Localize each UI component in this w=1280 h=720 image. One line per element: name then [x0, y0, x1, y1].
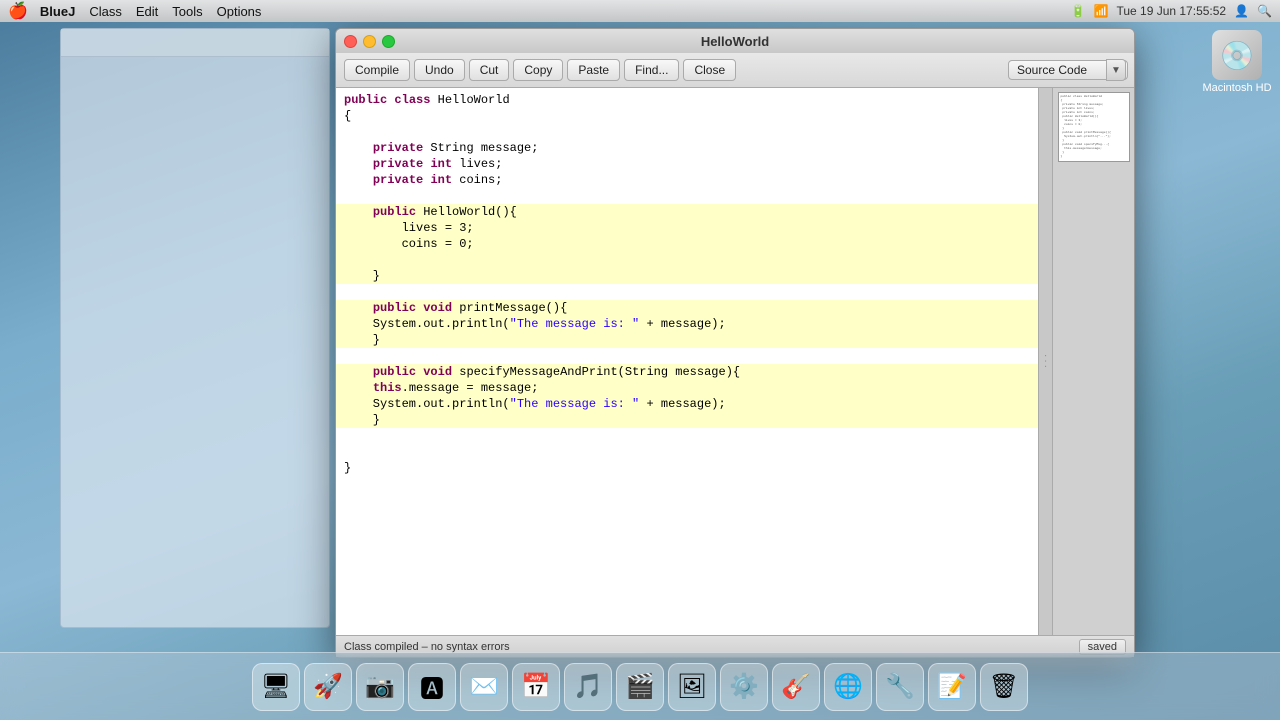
copy-button[interactable]: Copy	[513, 59, 563, 81]
code-line	[336, 188, 1038, 204]
search-icon[interactable]: 🔍	[1257, 4, 1272, 18]
code-line: }	[336, 460, 1038, 476]
dock: 🖥 🚀 📷 🅰 ✉️ 📅 🎵 🎬 🖼 ⚙️ 🎸 🌐 🔧 📝 🗑	[0, 652, 1280, 720]
dock-dvdplayer[interactable]: 🎬	[616, 663, 664, 711]
desktop: 🍎 BlueJ Class Edit Tools Options 🔋 📶 Tue…	[0, 0, 1280, 720]
code-line: }	[336, 268, 1038, 284]
code-line: private int coins;	[336, 172, 1038, 188]
dock-finder[interactable]: 🖥	[252, 663, 300, 711]
user-icon: 👤	[1234, 4, 1249, 18]
code-line	[336, 444, 1038, 460]
menubar: 🍎 BlueJ Class Edit Tools Options 🔋 📶 Tue…	[0, 0, 1280, 22]
menu-options[interactable]: Options	[217, 4, 262, 19]
maximize-button[interactable]	[382, 35, 395, 48]
dock-mail[interactable]: ✉️	[460, 663, 508, 711]
dock-photos[interactable]: 📷	[356, 663, 404, 711]
close-button[interactable]	[344, 35, 357, 48]
code-line: private int lives;	[336, 156, 1038, 172]
code-line: {	[336, 108, 1038, 124]
code-line: }	[336, 412, 1038, 428]
traffic-lights	[344, 35, 395, 48]
dock-misc2[interactable]: 📝	[928, 663, 976, 711]
dock-appstore[interactable]: 🅰	[408, 663, 456, 711]
code-line: coins = 0;	[336, 236, 1038, 252]
toolbar: Compile Undo Cut Copy Paste Find... Clos…	[336, 53, 1134, 88]
minimize-button[interactable]	[363, 35, 376, 48]
diagram-toolbar	[61, 29, 329, 57]
dock-calendar[interactable]: 📅	[512, 663, 560, 711]
bluej-window: HelloWorld Compile Undo Cut Copy Paste F…	[335, 28, 1135, 658]
find-button[interactable]: Find...	[624, 59, 679, 81]
code-line: }	[336, 332, 1038, 348]
menu-tools[interactable]: Tools	[172, 4, 202, 19]
wifi-icon: 📶	[1094, 4, 1109, 18]
code-line	[336, 428, 1038, 444]
code-thumbnail: public class HelloWorld { private String…	[1058, 92, 1130, 162]
disk-icon[interactable]: 💿 Macintosh HD	[1202, 30, 1272, 94]
menu-bluej[interactable]: BlueJ	[40, 4, 75, 19]
undo-button[interactable]: Undo	[414, 59, 465, 81]
cut-button[interactable]: Cut	[469, 59, 510, 81]
dock-itunes[interactable]: 🎵	[564, 663, 612, 711]
code-line: public void printMessage(){	[336, 300, 1038, 316]
dock-guitar[interactable]: 🎸	[772, 663, 820, 711]
status-text: Class compiled – no syntax errors	[344, 641, 1079, 653]
code-line: public void specifyMessageAndPrint(Strin…	[336, 364, 1038, 380]
close-button-toolbar[interactable]: Close	[683, 59, 736, 81]
code-area: public class HelloWorld { private String…	[336, 88, 1134, 635]
dock-systemprefs[interactable]: ⚙️	[720, 663, 768, 711]
apple-menu[interactable]: 🍎	[8, 1, 28, 21]
menu-class[interactable]: Class	[89, 4, 122, 19]
paste-button[interactable]: Paste	[567, 59, 620, 81]
view-mode-select[interactable]: Source Code Documentation	[1008, 60, 1128, 80]
resize-handle[interactable]: ···	[1038, 88, 1052, 635]
dock-trash[interactable]: 🗑	[980, 663, 1028, 711]
bluej-diagram-panel	[60, 28, 330, 628]
disk-image: 💿	[1212, 30, 1262, 80]
source-code-dropdown[interactable]: Source Code Documentation ▼	[1008, 59, 1126, 81]
dock-launchpad[interactable]: 🚀	[304, 663, 352, 711]
code-line	[336, 284, 1038, 300]
resize-dots: ···	[1040, 354, 1051, 370]
window-titlebar: HelloWorld	[336, 29, 1134, 53]
dock-network[interactable]: 🌐	[824, 663, 872, 711]
dock-misc1[interactable]: 🔧	[876, 663, 924, 711]
disk-label: Macintosh HD	[1202, 82, 1271, 94]
preview-panel: public class HelloWorld { private String…	[1052, 88, 1134, 635]
dock-preview[interactable]: 🖼	[668, 663, 716, 711]
menu-edit[interactable]: Edit	[136, 4, 158, 19]
compile-button[interactable]: Compile	[344, 59, 410, 81]
window-title: HelloWorld	[701, 34, 769, 49]
menubar-right: 🔋 📶 Tue 19 Jun 17:55:52 👤 🔍	[1071, 4, 1272, 18]
code-line: System.out.println("The message is: " + …	[336, 396, 1038, 412]
code-line	[336, 124, 1038, 140]
code-line: private String message;	[336, 140, 1038, 156]
code-editor[interactable]: public class HelloWorld { private String…	[336, 88, 1038, 635]
code-line: public HelloWorld(){	[336, 204, 1038, 220]
battery-icon: 🔋	[1071, 4, 1086, 18]
clock: Tue 19 Jun 17:55:52	[1116, 4, 1226, 18]
code-line: public class HelloWorld	[336, 92, 1038, 108]
code-line: System.out.println("The message is: " + …	[336, 316, 1038, 332]
code-line	[336, 348, 1038, 364]
code-line	[336, 252, 1038, 268]
code-line: this.message = message;	[336, 380, 1038, 396]
code-line: lives = 3;	[336, 220, 1038, 236]
